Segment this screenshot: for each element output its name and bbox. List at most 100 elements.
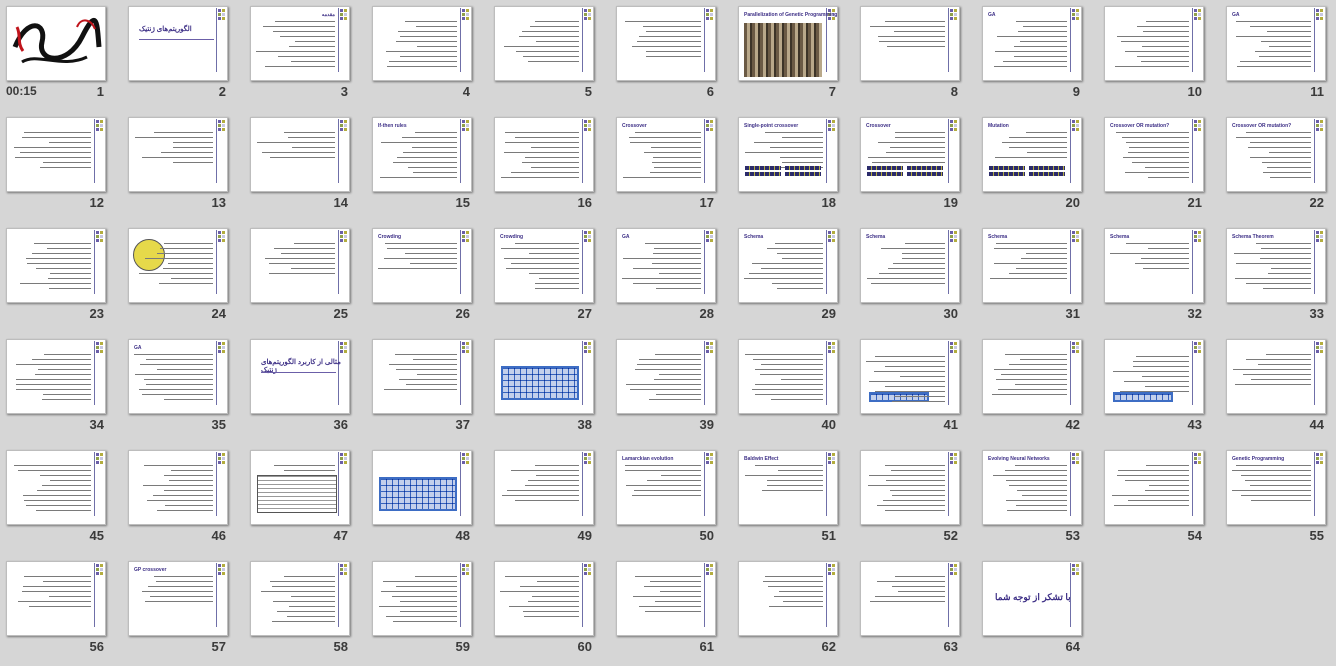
slide-thumbnail[interactable]: Parallelization of Genetic Programming xyxy=(738,6,838,81)
slide-timing: 00:15 xyxy=(6,84,37,98)
text-line xyxy=(1237,66,1311,67)
slide-thumbnail[interactable] xyxy=(6,450,106,525)
text-line xyxy=(153,495,213,496)
slide-thumbnail[interactable]: Baldwin Effect xyxy=(738,450,838,525)
slide-thumbnail[interactable] xyxy=(6,339,106,414)
slide-thumbnail[interactable] xyxy=(1104,339,1204,414)
slide-thumbnail[interactable] xyxy=(860,339,960,414)
slide-thumbnail[interactable] xyxy=(128,117,228,192)
slide-thumbnail[interactable] xyxy=(372,561,472,636)
slide-thumbnail[interactable] xyxy=(616,561,716,636)
slide-slot: 10 xyxy=(1098,0,1220,111)
template-square xyxy=(340,239,343,242)
slide-thumbnail[interactable]: If-then rules xyxy=(372,117,472,192)
slide-thumbnail[interactable]: Genetic Programming xyxy=(1226,450,1326,525)
slide-thumbnail[interactable] xyxy=(860,6,960,81)
slide-sorter-view: 1 00:15 الگوریتم‌های ژنتیک 2 مقدمه 3 4 5 6 Parall… xyxy=(0,0,1336,658)
template-square xyxy=(710,13,713,16)
slide-thumbnail[interactable]: Crossover xyxy=(616,117,716,192)
slide-thumbnail[interactable] xyxy=(6,561,106,636)
slide-thumbnail[interactable] xyxy=(494,339,594,414)
slide-thumbnail[interactable] xyxy=(738,561,838,636)
slide-thumbnail[interactable] xyxy=(982,339,1082,414)
template-square xyxy=(218,453,221,456)
slide-thumbnail[interactable] xyxy=(6,6,106,81)
slide-thumbnail[interactable]: Schema xyxy=(738,228,838,303)
slide-thumbnail[interactable]: مثالی از کاربرد الگوریتم‌های ژنتیک xyxy=(250,339,350,414)
slide-thumbnail[interactable] xyxy=(738,339,838,414)
slide-thumbnail[interactable] xyxy=(250,117,350,192)
slide-thumbnail[interactable] xyxy=(6,228,106,303)
slide-thumbnail[interactable] xyxy=(128,228,228,303)
template-square xyxy=(462,453,465,456)
template-square xyxy=(706,239,709,242)
text-line xyxy=(1234,253,1311,254)
slide-thumbnail[interactable] xyxy=(6,117,106,192)
slide-thumbnail[interactable]: Evolving Neural Networks xyxy=(982,450,1082,525)
slide-thumbnail[interactable] xyxy=(616,6,716,81)
text-line xyxy=(875,391,945,392)
template-square xyxy=(1316,231,1319,234)
slide-slot: 47 xyxy=(244,444,366,555)
slide-thumbnail[interactable] xyxy=(616,339,716,414)
slide-number: 15 xyxy=(455,195,470,210)
template-square xyxy=(344,128,347,131)
slide-thumbnail[interactable]: با تشکر از توجه شما xyxy=(982,561,1082,636)
slide-thumbnail[interactable]: GA xyxy=(616,228,716,303)
slide-thumbnail[interactable] xyxy=(372,6,472,81)
template-square xyxy=(588,564,591,567)
slide-thumbnail[interactable]: Schema xyxy=(1104,228,1204,303)
slide-thumbnail[interactable] xyxy=(1226,339,1326,414)
slide-thumbnail[interactable] xyxy=(494,450,594,525)
template-bar xyxy=(1192,230,1193,294)
slide-thumbnail[interactable] xyxy=(494,117,594,192)
slide-thumbnail[interactable]: Crowding xyxy=(372,228,472,303)
slide-thumbnail[interactable]: Schema Theorem xyxy=(1226,228,1326,303)
template-square xyxy=(584,9,587,12)
slide-title: Parallelization of Genetic Programming xyxy=(744,12,838,18)
slide-thumbnail[interactable]: مقدمه xyxy=(250,6,350,81)
slide-thumbnail[interactable] xyxy=(1104,6,1204,81)
slide-thumbnail[interactable] xyxy=(128,450,228,525)
slide-thumbnail[interactable]: Lamarckian evolution xyxy=(616,450,716,525)
slide-thumbnail[interactable]: Crossover xyxy=(860,117,960,192)
text-line xyxy=(753,359,823,360)
slide-thumbnail[interactable]: Mutation xyxy=(982,117,1082,192)
slide-thumbnail[interactable]: GA xyxy=(1226,6,1326,81)
slide-thumbnail[interactable]: Single-point crossover xyxy=(738,117,838,192)
text-line xyxy=(16,384,91,385)
slide-thumbnail[interactable]: Crossover OR mutation? xyxy=(1104,117,1204,192)
slide-thumbnail[interactable]: GA xyxy=(982,6,1082,81)
template-square xyxy=(462,13,465,16)
slide-thumbnail[interactable]: Schema xyxy=(982,228,1082,303)
slide-thumbnail[interactable] xyxy=(494,561,594,636)
slide-thumbnail[interactable] xyxy=(860,561,960,636)
text-line xyxy=(1261,248,1311,249)
template-square xyxy=(584,13,587,16)
template-square xyxy=(344,17,347,20)
slide-thumbnail[interactable] xyxy=(372,339,472,414)
slide-thumbnail[interactable]: Crowding xyxy=(494,228,594,303)
slide-thumbnail[interactable] xyxy=(250,228,350,303)
slide-number: 51 xyxy=(821,528,836,543)
slide-thumbnail[interactable] xyxy=(372,450,472,525)
text-line xyxy=(18,470,91,471)
template-square xyxy=(100,231,103,234)
text-line xyxy=(754,142,823,143)
text-line xyxy=(387,248,457,249)
slide-thumbnail[interactable]: Schema xyxy=(860,228,960,303)
template-square xyxy=(706,124,709,127)
text-line xyxy=(994,263,1067,264)
slide-thumbnail[interactable]: الگوریتم‌های ژنتیک xyxy=(128,6,228,81)
slide-thumbnail[interactable] xyxy=(250,561,350,636)
slide-thumbnail[interactable] xyxy=(860,450,960,525)
slide-thumbnail[interactable]: GP crossover xyxy=(128,561,228,636)
library-image xyxy=(744,23,822,77)
slide-number: 43 xyxy=(1187,417,1202,432)
slide-thumbnail[interactable] xyxy=(494,6,594,81)
slide-thumbnail[interactable] xyxy=(250,450,350,525)
slide-thumbnail[interactable]: GA xyxy=(128,339,228,414)
slide-thumbnail[interactable]: Crossover OR mutation? xyxy=(1226,117,1326,192)
slide-thumbnail[interactable] xyxy=(1104,450,1204,525)
template-bar xyxy=(1070,8,1071,72)
